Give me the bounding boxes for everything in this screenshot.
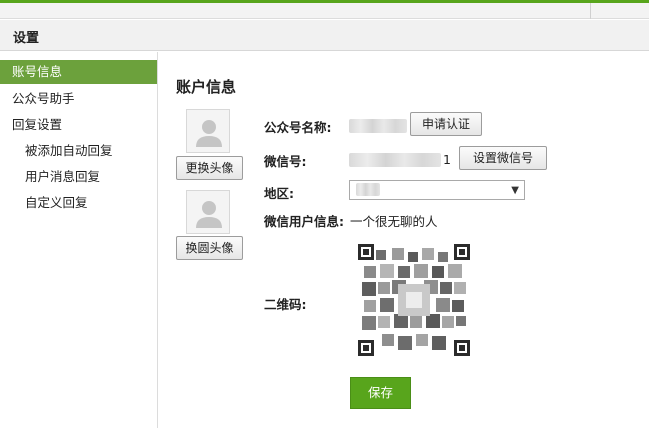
- user-info-value: 一个很无聊的人: [350, 214, 438, 229]
- section-title: 账户信息: [176, 78, 237, 96]
- avatar: [186, 109, 230, 153]
- sidebar-item-reply-settings[interactable]: 回复设置: [0, 113, 157, 137]
- page-title: 设置: [13, 31, 40, 46]
- set-wechat-id-button[interactable]: 设置微信号: [459, 146, 547, 170]
- toolbar-divider: [590, 3, 591, 19]
- user-silhouette-icon: [196, 120, 222, 147]
- region-value-blurred: [356, 183, 380, 196]
- main-content: 账户信息 更换头像 换圆头像 公众号名称: 申请认证 微信号: 1 设置微信号 …: [159, 52, 649, 428]
- sidebar-item-account-info[interactable]: 账号信息: [0, 60, 157, 84]
- region-select[interactable]: ▼: [349, 180, 525, 200]
- chevron-down-icon: ▼: [511, 185, 519, 196]
- sidebar-item-assistant[interactable]: 公众号助手: [0, 87, 157, 111]
- sidebar: 账号信息 公众号助手 回复设置 被添加自动回复 用户消息回复 自定义回复: [0, 52, 158, 428]
- wechat-id-label: 微信号:: [264, 154, 307, 169]
- change-round-avatar-button[interactable]: 换圆头像: [176, 236, 243, 260]
- user-info-label: 微信用户信息:: [264, 214, 344, 229]
- change-avatar-button[interactable]: 更换头像: [176, 156, 243, 180]
- sidebar-item-auto-reply[interactable]: 被添加自动回复: [0, 139, 157, 163]
- region-label: 地区:: [264, 186, 294, 201]
- qrcode-label: 二维码:: [264, 297, 307, 312]
- public-name-value-blurred: [349, 119, 407, 133]
- sidebar-item-message-reply[interactable]: 用户消息回复: [0, 165, 157, 189]
- qrcode-image: [358, 244, 470, 356]
- settings-header: 设置: [0, 20, 649, 51]
- qrcode-icon: [358, 244, 470, 356]
- top-toolbar: [0, 3, 649, 19]
- wechat-id-value-blurred: [349, 153, 441, 167]
- save-button[interactable]: 保存: [350, 377, 411, 409]
- apply-verify-button[interactable]: 申请认证: [410, 112, 482, 136]
- sidebar-item-custom-reply[interactable]: 自定义回复: [0, 191, 157, 215]
- public-name-label: 公众号名称:: [264, 120, 332, 135]
- user-silhouette-icon: [196, 201, 222, 228]
- round-avatar: [186, 190, 230, 234]
- wechat-id-suffix: 1: [443, 152, 451, 167]
